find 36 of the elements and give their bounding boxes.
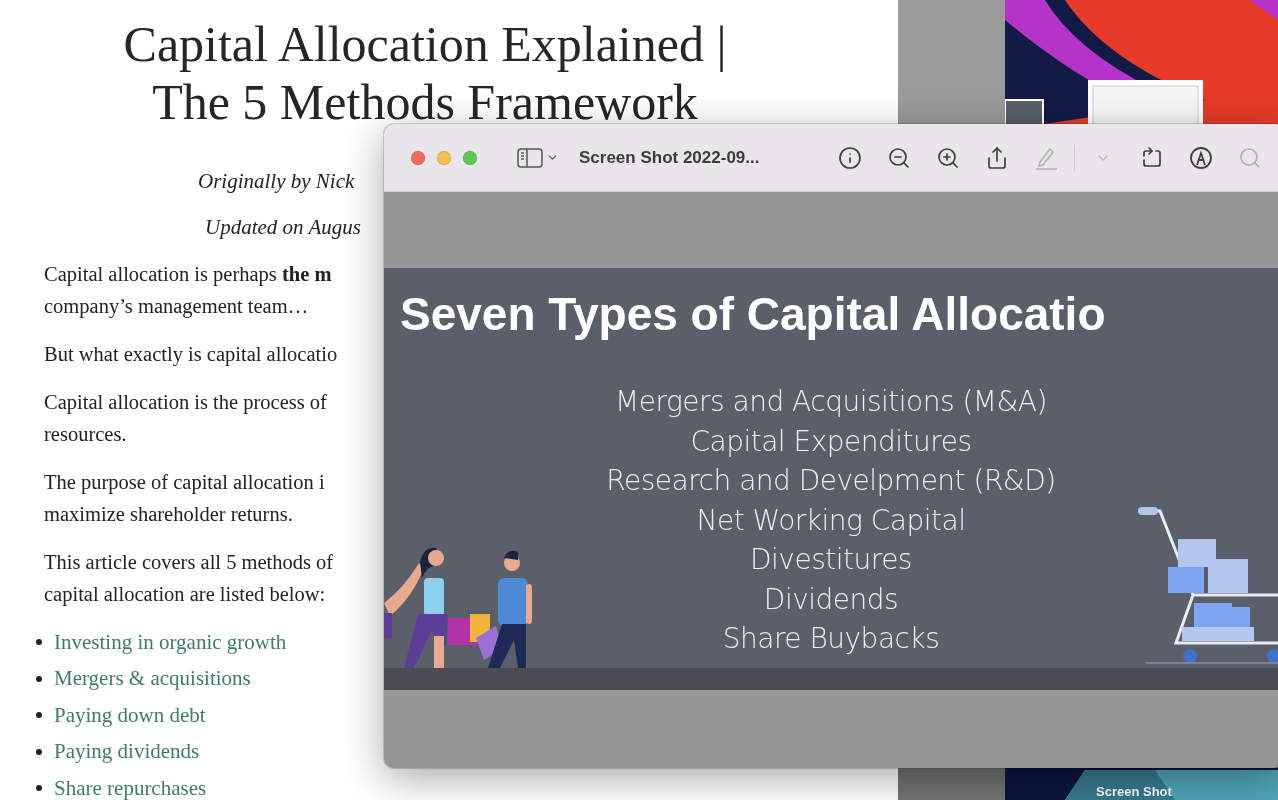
article-link[interactable]: Paying dividends bbox=[54, 739, 200, 765]
rotate-icon bbox=[1140, 145, 1164, 170]
bullet bbox=[36, 712, 42, 719]
paragraph: Capital allocation is the process of resources. bbox=[44, 390, 327, 447]
share-icon bbox=[985, 145, 1009, 170]
slide-title: Seven Types of Capital Allocatio bbox=[399, 288, 1106, 340]
slide-list-item: Research and Develpment (R&D) bbox=[606, 463, 1056, 499]
slide-list-item: Mergers and Acquisitions (M&A) bbox=[615, 384, 1047, 420]
bullet bbox=[36, 748, 42, 755]
paragraph: Capital allocation is perhaps the m company’s management team… bbox=[44, 262, 332, 320]
article-link[interactable]: Share repurchases bbox=[54, 775, 207, 800]
zoom-out-icon bbox=[887, 145, 911, 170]
close-button[interactable] bbox=[411, 150, 425, 165]
search-icon bbox=[1238, 145, 1262, 170]
article-title: Capital Allocation Explained | The 5 Methods Framework bbox=[122, 15, 728, 131]
slide-list-item: Dividends bbox=[763, 581, 899, 618]
slide-list-item: Share Buybacks bbox=[722, 621, 940, 657]
article-link[interactable]: Mergers & acquisitions bbox=[54, 666, 251, 692]
paragraph: But what exactly is capital allocatio bbox=[44, 342, 338, 368]
article-link[interactable]: Investing in organic growth bbox=[54, 629, 287, 655]
update-date: Updated on Augus bbox=[204, 214, 362, 241]
bullet bbox=[36, 639, 42, 646]
zoom-in-icon bbox=[936, 145, 960, 170]
sidebar-icon bbox=[517, 147, 543, 168]
paragraph: This article covers all 5 methods of capital allocation are listed below: bbox=[44, 550, 334, 608]
byline: Originally by Nick bbox=[197, 168, 356, 195]
slide-list-item: Divestitures bbox=[750, 542, 912, 578]
window-title: Screen Shot 2022-09... bbox=[579, 147, 761, 168]
article-link[interactable]: Paying down debt bbox=[54, 702, 206, 728]
bullet bbox=[36, 675, 42, 682]
slide-list-item: Capital Expenditures bbox=[690, 423, 972, 460]
info-icon bbox=[838, 145, 862, 170]
paragraph: The purpose of capital allocation i maximize shareholder returns. bbox=[44, 470, 325, 527]
file-label: Screen Shot bbox=[1096, 784, 1172, 799]
bullet bbox=[36, 785, 42, 792]
slide-list-item: Net Working Capital bbox=[696, 502, 966, 539]
